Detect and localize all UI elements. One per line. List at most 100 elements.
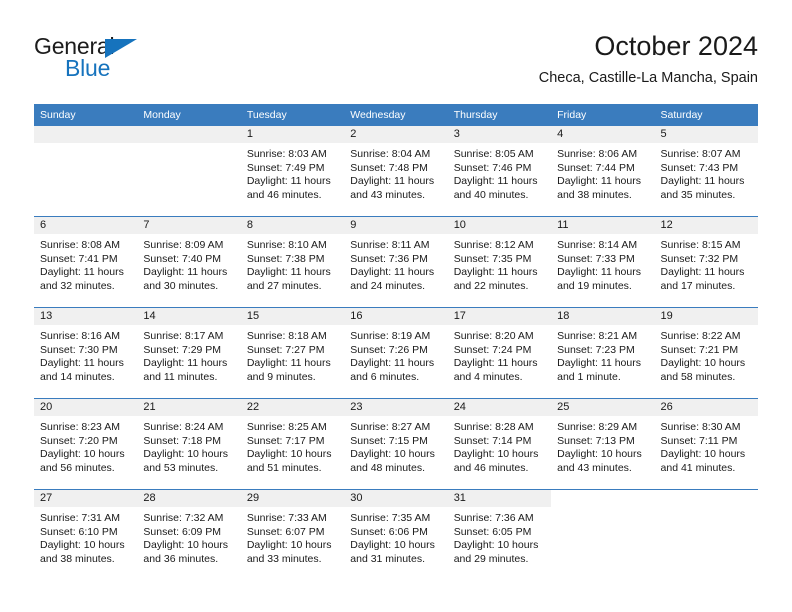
day-detail-line: Sunset: 6:06 PM bbox=[350, 525, 428, 538]
calendar-day-cell[interactable]: 19 Sunrise: 8:22 AM Sunset: 7:21 PM Dayligh… bbox=[654, 307, 758, 399]
day-detail-line: and 40 minutes. bbox=[453, 188, 529, 201]
day-number bbox=[137, 126, 241, 143]
day-detail-line: Sunrise: 8:14 AM bbox=[557, 239, 638, 251]
day-detail-line: and 29 minutes. bbox=[453, 552, 529, 565]
day-number: 4 bbox=[551, 126, 655, 143]
day-detail-line: Daylight: 11 hours bbox=[453, 175, 538, 188]
calendar-day-cell[interactable]: 11 Sunrise: 8:14 AM Sunset: 7:33 PM Dayligh… bbox=[551, 216, 655, 308]
day-detail-line: and 43 minutes. bbox=[557, 461, 632, 474]
calendar-day-cell[interactable]: 9 Sunrise: 8:11 AM Sunset: 7:36 PM Daylight… bbox=[344, 216, 448, 308]
weekday-header-tuesday: Tuesday bbox=[240, 104, 345, 126]
day-details: Sunrise: 8:30 AM Sunset: 7:11 PM Daylight:… bbox=[655, 416, 758, 475]
day-detail-line: and 24 minutes. bbox=[350, 279, 425, 292]
day-details: Sunrise: 8:05 AM Sunset: 7:46 PM Daylight:… bbox=[448, 143, 551, 202]
day-detail-line: and 30 minutes. bbox=[143, 279, 219, 292]
day-number: 7 bbox=[137, 217, 241, 234]
day-number: 16 bbox=[344, 308, 448, 325]
calendar-day-cell[interactable]: 29 Sunrise: 7:33 AM Sunset: 6:07 PM Dayligh… bbox=[240, 489, 345, 580]
calendar-day-cell[interactable]: 4 Sunrise: 8:06 AM Sunset: 7:44 PM Daylight… bbox=[551, 126, 655, 217]
day-detail-line: Sunset: 7:20 PM bbox=[40, 434, 118, 447]
day-detail-line: Sunrise: 8:09 AM bbox=[143, 239, 224, 251]
calendar-day-cell[interactable]: 27 Sunrise: 7:31 AM Sunset: 6:10 PM Dayligh… bbox=[34, 489, 138, 580]
calendar-day-cell[interactable]: 6 Sunrise: 8:08 AM Sunset: 7:41 PM Daylight… bbox=[34, 216, 138, 308]
day-details: Sunrise: 8:21 AM Sunset: 7:23 PM Daylight:… bbox=[551, 325, 654, 384]
day-detail-line: Sunset: 7:38 PM bbox=[246, 252, 325, 265]
day-detail-line: Sunrise: 8:22 AM bbox=[660, 330, 741, 342]
calendar-day-cell[interactable]: 30 Sunrise: 7:35 AM Sunset: 6:06 PM Dayligh… bbox=[344, 489, 448, 580]
day-number: 24 bbox=[447, 399, 552, 416]
general-blue-logo[interactable]: General Blue bbox=[34, 34, 234, 90]
day-detail-line: Sunrise: 8:24 AM bbox=[143, 421, 224, 433]
day-detail-line: Daylight: 10 hours bbox=[40, 539, 125, 552]
weekday-header-wednesday: Wednesday bbox=[344, 104, 448, 126]
calendar-day-cell[interactable]: 14 Sunrise: 8:17 AM Sunset: 7:29 PM Dayligh… bbox=[137, 307, 241, 399]
day-detail-line: Sunset: 7:35 PM bbox=[453, 252, 532, 265]
day-detail-line: Daylight: 10 hours bbox=[40, 448, 125, 461]
calendar-day-cell[interactable]: 7 Sunrise: 8:09 AM Sunset: 7:40 PM Daylight… bbox=[137, 216, 241, 308]
day-detail-line: and 35 minutes. bbox=[660, 188, 736, 201]
calendar-day-cell[interactable]: 5 Sunrise: 8:07 AM Sunset: 7:43 PM Daylight… bbox=[654, 126, 758, 217]
day-detail-line: Sunset: 7:11 PM bbox=[660, 434, 738, 447]
calendar-day-cell[interactable]: 26 Sunrise: 8:30 AM Sunset: 7:11 PM Dayligh… bbox=[654, 398, 758, 490]
day-detail-line: Daylight: 11 hours bbox=[350, 266, 435, 279]
day-detail-line: and 38 minutes. bbox=[40, 552, 115, 565]
day-detail-line: Daylight: 11 hours bbox=[557, 175, 641, 188]
day-number: 9 bbox=[344, 217, 448, 234]
day-detail-line: Sunset: 7:21 PM bbox=[660, 343, 739, 356]
calendar-day-cell[interactable]: 28 Sunrise: 7:32 AM Sunset: 6:09 PM Dayligh… bbox=[137, 489, 241, 580]
title-block: October 2024 Checa, Castille-La Mancha, … bbox=[539, 30, 758, 88]
calendar-day-cell[interactable]: 21 Sunrise: 8:24 AM Sunset: 7:18 PM Dayligh… bbox=[137, 398, 241, 490]
calendar-day-cell[interactable]: 20 Sunrise: 8:23 AM Sunset: 7:20 PM Dayligh… bbox=[34, 398, 138, 490]
day-detail-line: Sunrise: 8:04 AM bbox=[350, 148, 431, 160]
calendar-day-cell[interactable]: 23 Sunrise: 8:27 AM Sunset: 7:15 PM Dayligh… bbox=[344, 398, 448, 490]
calendar-day-cell[interactable]: 8 Sunrise: 8:10 AM Sunset: 7:38 PM Daylight… bbox=[240, 216, 345, 308]
calendar-day-cell[interactable]: 10 Sunrise: 8:12 AM Sunset: 7:35 PM Dayligh… bbox=[447, 216, 552, 308]
day-detail-line: Sunrise: 8:06 AM bbox=[557, 148, 638, 160]
day-detail-line: Daylight: 10 hours bbox=[246, 539, 332, 552]
day-detail-line: Sunrise: 7:33 AM bbox=[246, 512, 327, 524]
day-details: Sunrise: 8:09 AM Sunset: 7:40 PM Daylight:… bbox=[137, 234, 240, 293]
calendar-day-cell[interactable]: 24 Sunrise: 8:28 AM Sunset: 7:14 PM Dayligh… bbox=[447, 398, 552, 490]
day-number: 5 bbox=[654, 126, 758, 143]
day-detail-line: Sunrise: 8:07 AM bbox=[660, 148, 741, 160]
calendar-day-cell[interactable]: 1 Sunrise: 8:03 AM Sunset: 7:49 PM Daylight… bbox=[240, 126, 345, 217]
calendar-day-cell[interactable]: 13 Sunrise: 8:16 AM Sunset: 7:30 PM Dayligh… bbox=[34, 307, 138, 399]
day-number: 12 bbox=[654, 217, 758, 234]
day-detail-line: Daylight: 11 hours bbox=[246, 266, 331, 279]
calendar-day-cell[interactable]: 15 Sunrise: 8:18 AM Sunset: 7:27 PM Dayligh… bbox=[240, 307, 345, 399]
day-details: Sunrise: 8:24 AM Sunset: 7:18 PM Daylight:… bbox=[137, 416, 240, 475]
day-detail-line: Sunrise: 8:25 AM bbox=[246, 421, 327, 433]
calendar-week-row: 13 Sunrise: 8:16 AM Sunset: 7:30 PM Dayligh… bbox=[34, 307, 758, 399]
day-details: Sunrise: 8:12 AM Sunset: 7:35 PM Daylight:… bbox=[448, 234, 551, 293]
day-details: Sunrise: 8:25 AM Sunset: 7:17 PM Daylight:… bbox=[241, 416, 344, 475]
day-detail-line: Sunset: 7:29 PM bbox=[143, 343, 222, 356]
day-detail-line: and 9 minutes. bbox=[246, 370, 316, 383]
day-detail-line: Sunset: 6:10 PM bbox=[40, 525, 118, 538]
day-number: 27 bbox=[34, 490, 138, 507]
day-details: Sunrise: 7:33 AM Sunset: 6:07 PM Daylight:… bbox=[241, 507, 344, 566]
calendar-day-cell[interactable]: 31 Sunrise: 7:36 AM Sunset: 6:05 PM Dayligh… bbox=[447, 489, 552, 580]
calendar-day-cell[interactable]: 25 Sunrise: 8:29 AM Sunset: 7:13 PM Dayligh… bbox=[551, 398, 655, 490]
day-detail-line: Sunrise: 7:32 AM bbox=[143, 512, 224, 524]
calendar-day-cell[interactable]: 22 Sunrise: 8:25 AM Sunset: 7:17 PM Dayligh… bbox=[240, 398, 345, 490]
day-number: 18 bbox=[551, 308, 655, 325]
day-details: Sunrise: 7:36 AM Sunset: 6:05 PM Daylight:… bbox=[448, 507, 551, 566]
day-detail-line: Daylight: 11 hours bbox=[350, 357, 435, 370]
day-details bbox=[551, 507, 654, 512]
day-details bbox=[655, 507, 758, 512]
day-detail-line: and 51 minutes. bbox=[246, 461, 322, 474]
calendar-day-cell[interactable]: 18 Sunrise: 8:21 AM Sunset: 7:23 PM Dayligh… bbox=[551, 307, 655, 399]
day-details: Sunrise: 8:07 AM Sunset: 7:43 PM Daylight:… bbox=[655, 143, 758, 202]
calendar-day-cell[interactable]: 2 Sunrise: 8:04 AM Sunset: 7:48 PM Daylight… bbox=[344, 126, 448, 217]
day-detail-line: Daylight: 10 hours bbox=[453, 448, 539, 461]
day-detail-line: Sunset: 7:48 PM bbox=[350, 161, 428, 174]
calendar-day-cell[interactable]: 3 Sunrise: 8:05 AM Sunset: 7:46 PM Daylight… bbox=[447, 126, 552, 217]
calendar-day-cell[interactable]: 12 Sunrise: 8:15 AM Sunset: 7:32 PM Dayligh… bbox=[654, 216, 758, 308]
day-detail-line: Daylight: 11 hours bbox=[246, 175, 331, 188]
calendar-day-cell[interactable]: 17 Sunrise: 8:20 AM Sunset: 7:24 PM Dayligh… bbox=[447, 307, 552, 399]
calendar-day-cell[interactable]: 16 Sunrise: 8:19 AM Sunset: 7:26 PM Dayligh… bbox=[344, 307, 448, 399]
day-number: 22 bbox=[240, 399, 345, 416]
day-details bbox=[137, 143, 240, 148]
day-detail-line: Daylight: 11 hours bbox=[246, 357, 331, 370]
day-detail-line: and 1 minute. bbox=[557, 370, 621, 383]
